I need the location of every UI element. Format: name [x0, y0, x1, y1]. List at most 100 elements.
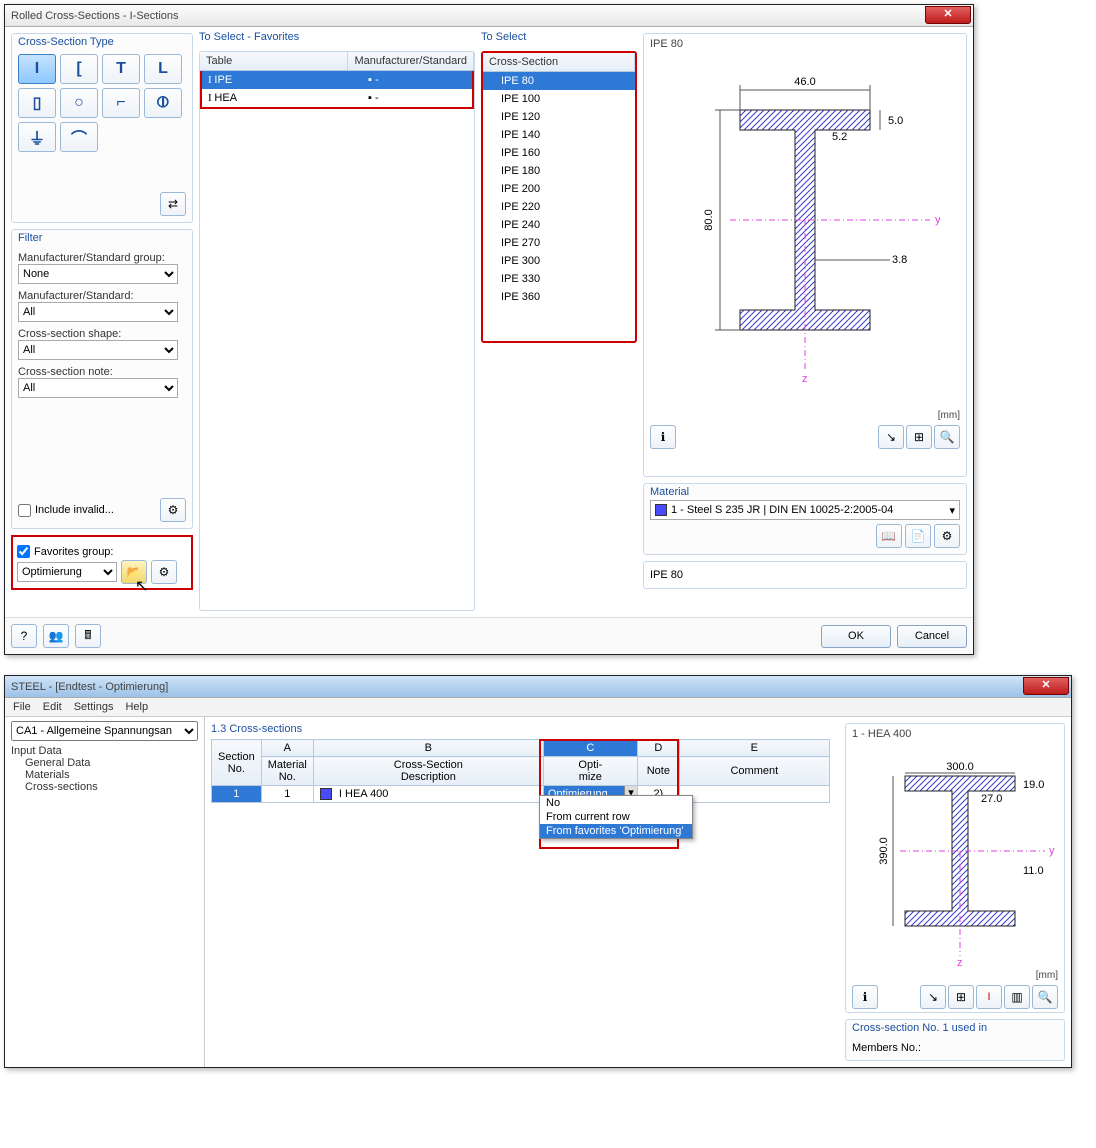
shape-label: Cross-section shape:	[18, 328, 186, 340]
sectlist-header[interactable]: Cross-Section	[483, 53, 635, 71]
cell-desc[interactable]: HEA 400	[345, 788, 388, 800]
t2-zoom[interactable]: 🔍	[1032, 985, 1058, 1009]
material-new-button[interactable]: 📄	[905, 524, 931, 548]
col-c[interactable]: C	[543, 740, 637, 757]
material-lib-button[interactable]: 📖	[876, 524, 902, 548]
tool-arrow-button[interactable]: ↘	[878, 425, 904, 449]
favorites-select[interactable]: Optimierung	[17, 562, 117, 582]
favorites-open-button[interactable]: 📂	[121, 560, 147, 584]
tree-general[interactable]: General Data	[11, 757, 198, 769]
material-settings-button[interactable]: ⚙	[934, 524, 960, 548]
menu-edit[interactable]: Edit	[43, 701, 62, 713]
section-row[interactable]: IPE 80	[483, 72, 635, 90]
material-select[interactable]: 1 - Steel S 235 JR | DIN EN 10025-2:2005…	[650, 500, 960, 520]
cancel-button[interactable]: Cancel	[897, 625, 967, 648]
tree-materials[interactable]: Materials	[11, 769, 198, 781]
section-row[interactable]: IPE 270	[483, 234, 635, 252]
case-select[interactable]: CA1 - Allgemeine Spannungsan	[11, 721, 198, 741]
hdr-material[interactable]: MaterialNo.	[261, 757, 313, 786]
shape-composite-button[interactable]: ⦶	[144, 88, 182, 118]
ok-button[interactable]: OK	[821, 625, 891, 648]
preview2-label: 1 - HEA 400	[852, 728, 1058, 740]
shape-select[interactable]: All	[18, 340, 178, 360]
cell-mat[interactable]: 1	[261, 786, 313, 803]
shape-rail-button[interactable]: ⏚	[18, 122, 56, 152]
unit2-label: [mm]	[852, 970, 1058, 981]
tree-cross-sections[interactable]: Cross-sections	[11, 781, 198, 793]
preview-label: IPE 80	[650, 38, 960, 50]
tool-zoom-button[interactable]: 🔍	[934, 425, 960, 449]
close-button2[interactable]: ✕	[1023, 677, 1069, 695]
section-row[interactable]: IPE 240	[483, 216, 635, 234]
svg-text:3.8: 3.8	[892, 254, 907, 266]
section-row[interactable]: IPE 180	[483, 162, 635, 180]
section-row[interactable]: IPE 330	[483, 270, 635, 288]
cell-comment[interactable]	[679, 786, 829, 803]
col-e[interactable]: E	[679, 740, 829, 757]
hdr-desc[interactable]: Cross-SectionDescription	[313, 757, 543, 786]
section-row[interactable]: IPE 360	[483, 288, 635, 306]
favlist-header-mfg[interactable]: Manufacturer/Standard	[348, 52, 474, 70]
hdr-opt[interactable]: Opti-mize	[543, 757, 637, 786]
tool-dims-button[interactable]: ⊞	[906, 425, 932, 449]
section-row[interactable]: IPE 160	[483, 144, 635, 162]
help-button[interactable]: ?	[11, 624, 37, 648]
close-button[interactable]: ✕	[925, 6, 971, 24]
shape-c-button[interactable]: [	[60, 54, 98, 84]
col-d[interactable]: D	[637, 740, 679, 757]
cstype-title: Cross-Section Type	[18, 36, 186, 48]
section-row[interactable]: IPE 120	[483, 108, 635, 126]
note-select[interactable]: All	[18, 378, 178, 398]
calc-button[interactable]: 🖩	[75, 624, 101, 648]
svg-text:5.2: 5.2	[832, 131, 847, 143]
info2-button[interactable]: ℹ	[852, 985, 878, 1009]
section-row[interactable]: IPE 300	[483, 252, 635, 270]
table-row[interactable]: 1 1 I HEA 400 Optimierung▾ 2)	[212, 786, 830, 803]
t2-arrow[interactable]: ↘	[920, 985, 946, 1009]
mfg-group-select[interactable]: None	[18, 264, 178, 284]
mfg-select[interactable]: All	[18, 302, 178, 322]
shape-z-button[interactable]: ⌐	[102, 88, 140, 118]
favorites-checkbox[interactable]	[17, 545, 30, 558]
include-invalid-checkbox[interactable]	[18, 504, 31, 517]
section-row[interactable]: IPE 100	[483, 90, 635, 108]
menu-settings[interactable]: Settings	[74, 701, 114, 713]
section-row[interactable]: IPE 220	[483, 198, 635, 216]
favlist-header-table[interactable]: Table	[200, 52, 348, 70]
hdr-comment[interactable]: Comment	[679, 757, 829, 786]
shape-i-button[interactable]: I	[18, 54, 56, 84]
dd-favorites[interactable]: From favorites 'Optimierung'	[540, 824, 692, 838]
col-section-no[interactable]: SectionNo.	[212, 740, 262, 786]
shape-circle-button[interactable]: ○	[60, 88, 98, 118]
sheet-table: SectionNo. A B C D E MaterialNo. Cross-S…	[211, 739, 830, 803]
shape-l-button[interactable]: L	[144, 54, 182, 84]
t2-bars[interactable]: ▥	[1004, 985, 1030, 1009]
favlist-row[interactable]: I IPE ▪ -	[202, 71, 472, 89]
hdr-note[interactable]: Note	[637, 757, 679, 786]
cell-no[interactable]: 1	[212, 786, 262, 803]
section-row[interactable]: IPE 140	[483, 126, 635, 144]
t2-dims[interactable]: ⊞	[948, 985, 974, 1009]
t2-red[interactable]: I	[976, 985, 1002, 1009]
optimize-dropdown[interactable]: No From current row From favorites 'Opti…	[539, 795, 693, 839]
shape-t-button[interactable]: T	[102, 54, 140, 84]
filter-settings-button[interactable]: ⚙	[160, 498, 186, 522]
favlist-row[interactable]: I HEA ▪ -	[202, 89, 472, 107]
dd-current[interactable]: From current row	[540, 810, 692, 824]
toggle-list-button[interactable]: ⇄	[160, 192, 186, 216]
col-a[interactable]: A	[261, 740, 313, 757]
info-button[interactable]: ℹ	[650, 425, 676, 449]
shape-arc-button[interactable]: ⌒	[60, 122, 98, 152]
section-preview2: 300.0 390.0 19.0 27.0 11.0 y z	[855, 740, 1055, 970]
col-b[interactable]: B	[313, 740, 543, 757]
menu-file[interactable]: File	[13, 701, 31, 713]
menu-help[interactable]: Help	[125, 701, 148, 713]
svg-text:y: y	[1049, 845, 1055, 857]
tree-root[interactable]: Input Data	[11, 745, 198, 757]
favorites-settings-button[interactable]: ⚙	[151, 560, 177, 584]
svg-text:46.0: 46.0	[794, 76, 815, 88]
shape-rect-button[interactable]: ▯	[18, 88, 56, 118]
section-row[interactable]: IPE 200	[483, 180, 635, 198]
dd-no[interactable]: No	[540, 796, 692, 810]
units-button[interactable]: 👥	[43, 624, 69, 648]
